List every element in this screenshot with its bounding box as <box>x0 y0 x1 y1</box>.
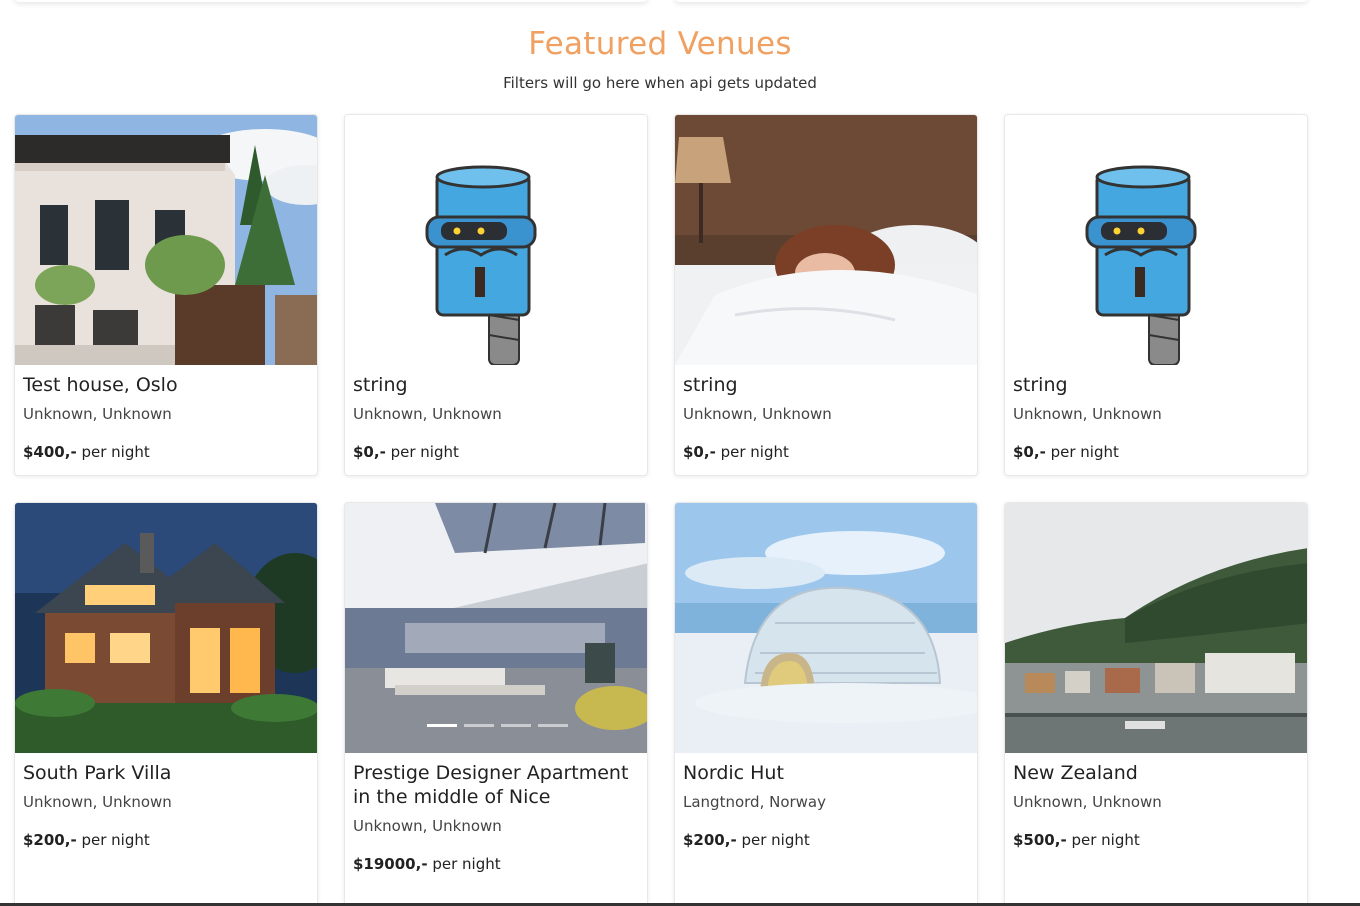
venue-price-amount: $200,- <box>683 831 737 849</box>
previous-section-card-edge <box>14 0 648 2</box>
venue-price-amount: $500,- <box>1013 831 1067 849</box>
venue-price: $200,- per night <box>683 831 969 849</box>
venue-location: Unknown, Unknown <box>353 405 502 423</box>
price-suffix: per night <box>741 831 810 849</box>
venue-price-amount: $0,- <box>1013 443 1046 461</box>
venue-name: Prestige Designer Apartment in the middl… <box>353 762 629 808</box>
carousel-indicator[interactable] <box>501 724 531 727</box>
venue-location: Unknown, Unknown <box>1013 405 1162 423</box>
venue-image <box>675 503 977 753</box>
venue-price-amount: $19000,- <box>353 855 428 873</box>
venue-name: New Zealand <box>1013 762 1138 784</box>
venue-image <box>15 503 317 753</box>
venue-image <box>675 115 977 365</box>
price-suffix: per night <box>720 443 789 461</box>
price-suffix: per night <box>81 831 150 849</box>
carousel-indicator[interactable] <box>538 724 568 727</box>
venue-price: $500,- per night <box>1013 831 1299 849</box>
venue-location: Unknown, Unknown <box>353 817 502 835</box>
venue-card[interactable]: string Unknown, Unknown $0,- per night <box>674 114 978 476</box>
venue-price-amount: $200,- <box>23 831 77 849</box>
carousel-indicator[interactable] <box>464 724 494 727</box>
robot-placeholder-icon <box>1005 115 1307 365</box>
previous-section-card-edge <box>674 0 1308 2</box>
venue-location: Unknown, Unknown <box>23 793 172 811</box>
venue-location: Unknown, Unknown <box>23 405 172 423</box>
robot-placeholder-icon <box>345 115 647 365</box>
venue-card[interactable]: string Unknown, Unknown $0,- per night <box>1004 114 1308 476</box>
price-suffix: per night <box>390 443 459 461</box>
venue-card[interactable]: South Park Villa Unknown, Unknown $200,-… <box>14 502 318 906</box>
venue-price: $0,- per night <box>353 443 639 461</box>
venue-price-amount: $400,- <box>23 443 77 461</box>
venue-image-carousel[interactable] <box>345 503 647 753</box>
venue-location: Unknown, Unknown <box>1013 793 1162 811</box>
venue-price: $19000,- per night <box>353 855 639 873</box>
venue-name: string <box>353 374 408 396</box>
venue-card[interactable]: Nordic Hut Langtnord, Norway $200,- per … <box>674 502 978 906</box>
price-suffix: per night <box>1050 443 1119 461</box>
venue-price: $400,- per night <box>23 443 309 461</box>
venue-name: South Park Villa <box>23 762 172 784</box>
venue-card[interactable]: string Unknown, Unknown $0,- per night <box>344 114 648 476</box>
venue-name: string <box>683 374 738 396</box>
price-suffix: per night <box>432 855 501 873</box>
venue-card[interactable]: New Zealand Unknown, Unknown $500,- per … <box>1004 502 1308 906</box>
venue-name: Nordic Hut <box>683 762 784 784</box>
carousel-indicator[interactable] <box>427 724 457 727</box>
venue-price: $0,- per night <box>683 443 969 461</box>
venue-image <box>15 115 317 365</box>
venue-price-amount: $0,- <box>683 443 716 461</box>
venue-price: $0,- per night <box>1013 443 1299 461</box>
section-title: Featured Venues <box>528 26 792 62</box>
venue-name: string <box>1013 374 1068 396</box>
venue-image <box>1005 503 1307 753</box>
price-suffix: per night <box>81 443 150 461</box>
section-subtitle: Filters will go here when api gets updat… <box>503 74 817 92</box>
venue-card[interactable]: Prestige Designer Apartment in the middl… <box>344 502 648 906</box>
venue-location: Unknown, Unknown <box>683 405 832 423</box>
venue-price-amount: $0,- <box>353 443 386 461</box>
venue-card[interactable]: Test house, Oslo Unknown, Unknown $400,-… <box>14 114 318 476</box>
price-suffix: per night <box>1071 831 1140 849</box>
venue-price: $200,- per night <box>23 831 309 849</box>
venue-location: Langtnord, Norway <box>683 793 827 811</box>
venue-name: Test house, Oslo <box>23 374 178 396</box>
carousel-indicators <box>427 724 568 727</box>
